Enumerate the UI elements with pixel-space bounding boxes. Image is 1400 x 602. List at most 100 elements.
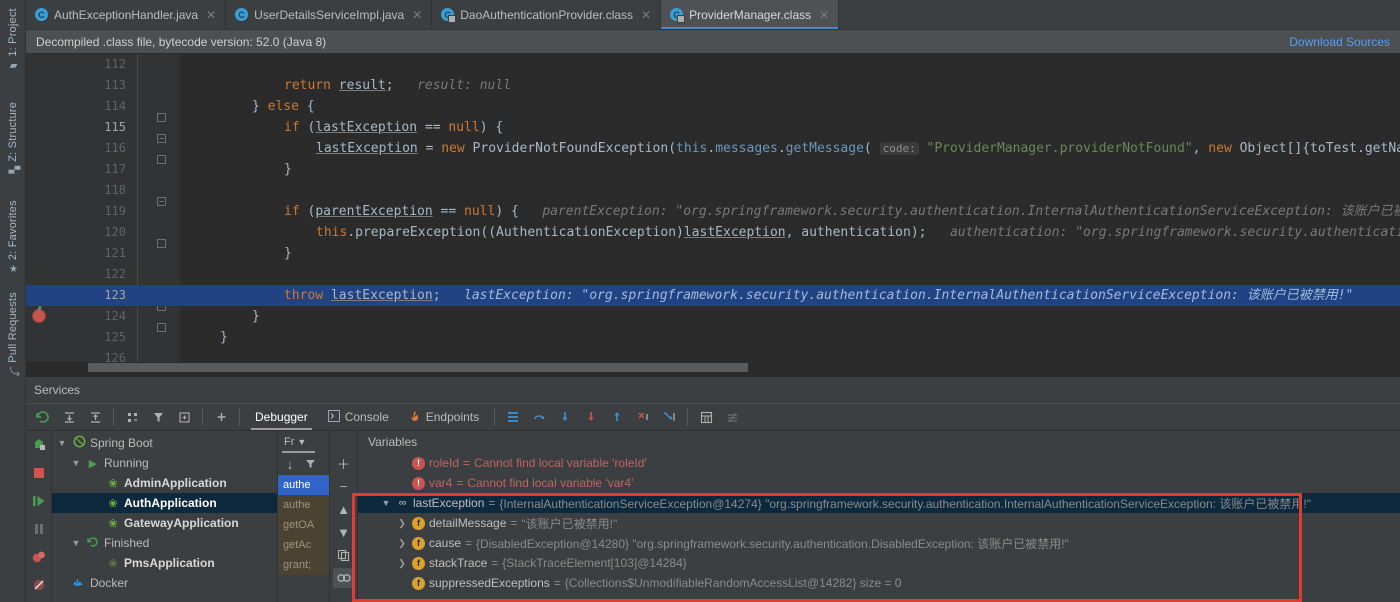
add-icon[interactable]: ＋ bbox=[333, 453, 355, 473]
down-icon[interactable]: ▼ bbox=[333, 522, 355, 542]
tree-node-docker[interactable]: Docker bbox=[52, 573, 277, 593]
tab-debugger[interactable]: Debugger bbox=[245, 404, 318, 430]
chevron-right-icon[interactable]: ❯ bbox=[396, 558, 408, 569]
tree-node-admin-application[interactable]: ❀ AdminApplication bbox=[52, 473, 277, 493]
code-line[interactable]: 119 if (parentException == null) { paren… bbox=[104, 201, 1400, 222]
close-icon[interactable]: ✕ bbox=[412, 8, 422, 22]
expand-all-icon[interactable] bbox=[56, 404, 82, 430]
add-tab-icon[interactable] bbox=[171, 404, 197, 430]
variable-row-detailMessage[interactable]: ❯ f detailMessage = "该账户已被禁用!" bbox=[358, 513, 1400, 533]
code-line[interactable]: 125 } bbox=[104, 327, 1400, 348]
tree-node-spring-boot[interactable]: ▼ Spring Boot bbox=[52, 433, 277, 453]
editor-tab-user-details-service-impl[interactable]: C UserDetailsServiceImpl.java ✕ bbox=[226, 0, 433, 29]
code-editor[interactable]: − − 112 113 return result; result: null … bbox=[26, 54, 1400, 376]
resume-icon[interactable] bbox=[29, 491, 49, 511]
code-line[interactable]: 121 } bbox=[104, 243, 1400, 264]
chevron-right-icon[interactable]: ❯ bbox=[396, 538, 408, 549]
editor-horizontal-scrollbar[interactable] bbox=[26, 362, 1280, 373]
filter-icon[interactable] bbox=[301, 454, 319, 474]
chevron-right-icon[interactable]: ❯ bbox=[396, 518, 408, 529]
tab-endpoints[interactable]: Endpoints bbox=[399, 404, 489, 430]
chevron-down-icon[interactable]: ▼ bbox=[297, 437, 306, 447]
fold-marker-icon[interactable] bbox=[157, 323, 166, 332]
step-over-icon[interactable] bbox=[526, 404, 552, 430]
add-service-icon[interactable] bbox=[208, 404, 234, 430]
variable-row-var4[interactable]: ! var4 = Cannot find local variable 'var… bbox=[358, 473, 1400, 493]
editor-tab-dao-authentication-provider[interactable]: C DaoAuthenticationProvider.class ✕ bbox=[432, 0, 662, 29]
chevron-down-icon[interactable]: ▼ bbox=[70, 538, 82, 548]
variable-row-stackTrace[interactable]: ❯ f stackTrace = {StackTraceElement[103]… bbox=[358, 553, 1400, 573]
tree-node-running[interactable]: ▼ ▶ Running bbox=[52, 453, 277, 473]
tree-node-gateway-application[interactable]: ❀ GatewayApplication bbox=[52, 513, 277, 533]
editor-code-area[interactable]: 112 113 return result; result: null 114 … bbox=[26, 54, 1400, 376]
sidebar-item-pull-requests[interactable]: ⤴ Pull Requests bbox=[0, 288, 26, 377]
chevron-down-icon[interactable]: ▼ bbox=[56, 438, 68, 448]
view-breakpoints-icon[interactable] bbox=[29, 547, 49, 567]
fold-marker-icon[interactable] bbox=[157, 155, 166, 164]
remove-icon[interactable]: − bbox=[333, 476, 355, 496]
code-line[interactable]: 117 } bbox=[104, 159, 1400, 180]
scrollbar-thumb[interactable] bbox=[88, 363, 748, 372]
step-into-icon[interactable] bbox=[552, 404, 578, 430]
code-line[interactable]: 124 } bbox=[104, 306, 1400, 327]
tab-console[interactable]: Console bbox=[318, 404, 399, 430]
collapse-all-icon[interactable] bbox=[82, 404, 108, 430]
layout-icon[interactable] bbox=[500, 404, 526, 430]
step-out-icon[interactable] bbox=[604, 404, 630, 430]
mute-breakpoints-icon[interactable] bbox=[29, 575, 49, 595]
up-icon[interactable]: ▲ bbox=[333, 499, 355, 519]
frame-row[interactable]: grant; bbox=[278, 555, 329, 575]
rerun-icon[interactable] bbox=[30, 404, 56, 430]
chevron-down-icon[interactable]: ▼ bbox=[70, 458, 82, 468]
fold-marker-icon[interactable]: − bbox=[157, 197, 166, 206]
close-icon[interactable]: ✕ bbox=[819, 8, 829, 22]
chevron-down-icon[interactable]: ▼ bbox=[380, 498, 392, 508]
tree-node-pms-application[interactable]: ❀ PmsApplication bbox=[52, 553, 277, 573]
run-to-cursor-icon[interactable] bbox=[656, 404, 682, 430]
sort-icon[interactable]: ↓ bbox=[281, 454, 299, 474]
code-line[interactable]: 118 bbox=[104, 180, 1400, 201]
filter-icon[interactable] bbox=[145, 404, 171, 430]
force-step-into-icon[interactable] bbox=[578, 404, 604, 430]
variable-row-lastException[interactable]: ▼ ∞ lastException = {InternalAuthenticat… bbox=[358, 493, 1400, 513]
copy-icon[interactable] bbox=[333, 545, 355, 565]
download-sources-link[interactable]: Download Sources bbox=[1289, 35, 1390, 49]
services-tree[interactable]: ▼ Spring Boot ▼ ▶ Running ❀ AdminApplica… bbox=[52, 431, 278, 602]
editor-tab-auth-exception-handler[interactable]: C AuthExceptionHandler.java ✕ bbox=[26, 0, 227, 29]
code-line[interactable]: 122 bbox=[104, 264, 1400, 285]
variable-row-roleId[interactable]: ! roleId = Cannot find local variable 'r… bbox=[358, 453, 1400, 473]
frames-list[interactable]: authe authe getOA getAc grant; bbox=[278, 475, 329, 575]
variables-pane[interactable]: Variables ! roleId = Cannot find local v… bbox=[358, 431, 1400, 602]
code-line[interactable]: 116 lastException = new ProviderNotFound… bbox=[104, 138, 1400, 159]
tree-node-finished[interactable]: ▼ Finished bbox=[52, 533, 277, 553]
code-line-current-execution[interactable]: 123 throw lastException; lastException: … bbox=[26, 285, 1400, 306]
code-line[interactable]: 114 } else { bbox=[104, 96, 1400, 117]
sidebar-item-project[interactable]: ▰ 1: Project bbox=[0, 4, 26, 72]
pause-icon[interactable] bbox=[29, 519, 49, 539]
sidebar-item-structure[interactable]: ▚ Z: Structure bbox=[0, 98, 26, 174]
rerun-app-icon[interactable] bbox=[29, 435, 49, 455]
variable-row-suppressedExceptions[interactable]: f suppressedExceptions = {Collections$Un… bbox=[358, 573, 1400, 593]
editor-tab-provider-manager[interactable]: C ProviderManager.class ✕ bbox=[661, 0, 840, 29]
frames-pane[interactable]: Fr ▼ ↓ authe authe getOA getAc grant; bbox=[278, 431, 330, 602]
code-line[interactable]: 112 bbox=[104, 54, 1400, 75]
fold-marker-icon[interactable] bbox=[157, 113, 166, 122]
code-line[interactable]: 120 this.prepareException((Authenticatio… bbox=[104, 222, 1400, 243]
frame-row[interactable]: getOA bbox=[278, 515, 329, 535]
close-icon[interactable]: ✕ bbox=[206, 8, 216, 22]
tree-node-auth-application[interactable]: ❀ AuthApplication bbox=[52, 493, 277, 513]
evaluate-expression-icon[interactable] bbox=[693, 404, 719, 430]
frame-row[interactable]: getAc bbox=[278, 535, 329, 555]
variable-row-cause[interactable]: ❯ f cause = {DisabledException@14280} "o… bbox=[358, 533, 1400, 553]
frame-row[interactable]: authe bbox=[278, 495, 329, 515]
drop-frame-icon[interactable] bbox=[630, 404, 656, 430]
watch-icon[interactable] bbox=[332, 568, 355, 588]
mute-breakpoints-icon[interactable] bbox=[719, 404, 745, 430]
group-by-icon[interactable] bbox=[119, 404, 145, 430]
code-line[interactable]: 115 if (lastException == null) { bbox=[104, 117, 1400, 138]
close-icon[interactable]: ✕ bbox=[641, 8, 651, 22]
fold-marker-icon[interactable]: − bbox=[157, 134, 166, 143]
sidebar-item-favorites[interactable]: ★ 2: Favorites bbox=[0, 196, 26, 275]
frame-row[interactable]: authe bbox=[278, 475, 329, 495]
code-line[interactable]: 113 return result; result: null bbox=[104, 75, 1400, 96]
